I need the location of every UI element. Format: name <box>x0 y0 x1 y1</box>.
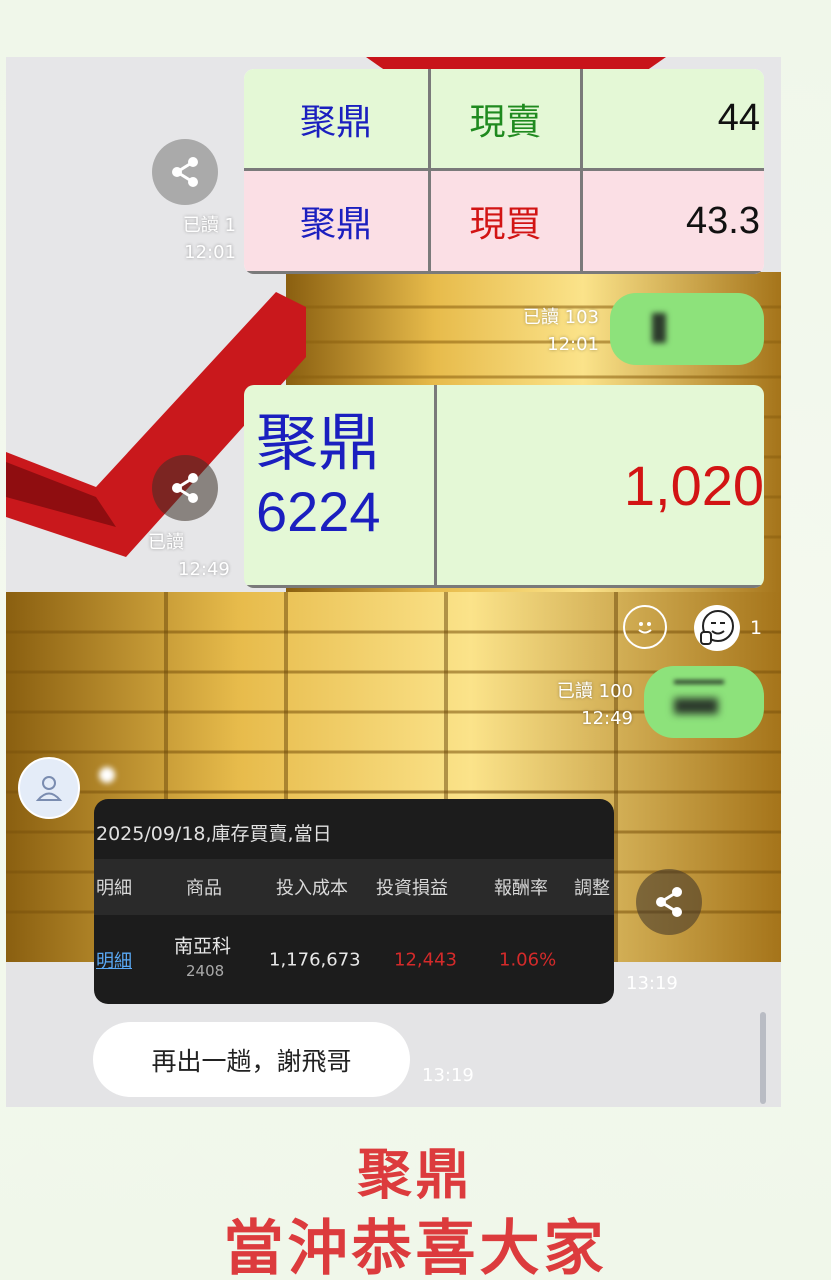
received-message-bubble[interactable]: 再出一趟，謝飛哥 <box>93 1022 410 1097</box>
share-icon <box>656 887 682 917</box>
stock-price: 1,020 <box>623 453 764 517</box>
sent-message-bubble[interactable] <box>610 293 764 365</box>
table-row: 明細 南亞科 2408 1,176,673 12,443 1.06% <box>94 915 614 1004</box>
message-meta: 已讀 12:49 <box>136 529 236 583</box>
reaction-count: 1 <box>750 617 763 639</box>
quote-price: 44 <box>583 69 764 171</box>
column-header: 投入成本 <box>276 878 348 899</box>
user-icon <box>35 776 63 801</box>
sent-message-bubble[interactable] <box>644 666 764 738</box>
stock-price-image[interactable]: 聚鼎 6224 1,020 <box>244 385 764 588</box>
avatar[interactable] <box>18 757 80 819</box>
chat-window: 聚鼎 現賣 44 聚鼎 現買 43.3 已讀 1 12:01 已讀 103 12… <box>6 57 781 1107</box>
share-icon <box>172 157 198 187</box>
smiley-icon <box>638 622 652 634</box>
thumbs-up-face-icon <box>700 610 734 645</box>
trade-record-image[interactable]: 2025/09/18,庫存買賣,當日 明細 商品 投入成本 投資損益 報酬率 調… <box>94 799 614 1004</box>
product-code: 2408 <box>186 962 225 980</box>
trade-table-header: 明細 商品 投入成本 投資損益 報酬率 調整 <box>94 859 614 915</box>
caption-subtitle: 當沖恭喜大家 <box>223 1214 608 1280</box>
timestamp: 12:01 <box>547 334 599 355</box>
timestamp: 13:19 <box>422 1065 474 1086</box>
read-receipt: 已讀 103 <box>522 307 599 328</box>
trade-title: 2025/09/18,庫存買賣,當日 <box>96 823 332 845</box>
column-header: 投資損益 <box>376 878 448 899</box>
column-header: 商品 <box>186 878 222 899</box>
quote-side: 現賣 <box>431 69 583 171</box>
timestamp: 12:49 <box>581 708 633 729</box>
blurred-text <box>652 313 666 343</box>
investment-cost: 1,176,673 <box>269 949 361 970</box>
column-header: 調整 <box>574 878 610 899</box>
sender-name-blurred <box>99 767 115 783</box>
share-button[interactable] <box>152 455 218 521</box>
message-meta: 已讀 103 12:01 <box>494 304 599 358</box>
add-reaction-button[interactable] <box>623 605 667 649</box>
product-name: 南亞科 <box>174 935 232 958</box>
quote-name: 聚鼎 <box>244 171 431 274</box>
detail-link[interactable]: 明細 <box>96 947 132 973</box>
quote-side: 現買 <box>431 171 583 274</box>
blurred-text <box>674 680 724 684</box>
caption-title: 聚鼎 <box>357 1143 474 1206</box>
share-button[interactable] <box>636 869 702 935</box>
quote-card-image[interactable]: 聚鼎 現賣 44 聚鼎 現買 43.3 <box>244 69 764 274</box>
read-receipt: 已讀 <box>148 532 184 553</box>
read-receipt: 已讀 100 <box>556 681 633 702</box>
timestamp: 12:49 <box>178 559 230 580</box>
read-receipt: 已讀 1 <box>182 215 236 236</box>
share-button[interactable] <box>152 139 218 205</box>
blurred-text <box>674 698 718 714</box>
quote-price: 43.3 <box>583 171 764 274</box>
return-rate: 1.06% <box>499 949 557 970</box>
quote-name: 聚鼎 <box>244 69 431 171</box>
timestamp: 12:01 <box>184 242 236 263</box>
stock-code: 6224 <box>256 480 381 543</box>
message-text: 再出一趟，謝飛哥 <box>151 1046 352 1076</box>
reaction-sticker[interactable] <box>694 605 740 651</box>
share-icon <box>172 473 198 503</box>
column-header: 報酬率 <box>494 878 548 899</box>
message-meta: 已讀 100 12:49 <box>528 678 633 732</box>
stock-name: 聚鼎 <box>256 406 381 479</box>
timestamp: 13:19 <box>626 973 678 994</box>
profit-loss: 12,443 <box>394 949 457 970</box>
message-meta: 已讀 1 12:01 <box>136 212 236 266</box>
column-header: 明細 <box>96 878 132 899</box>
